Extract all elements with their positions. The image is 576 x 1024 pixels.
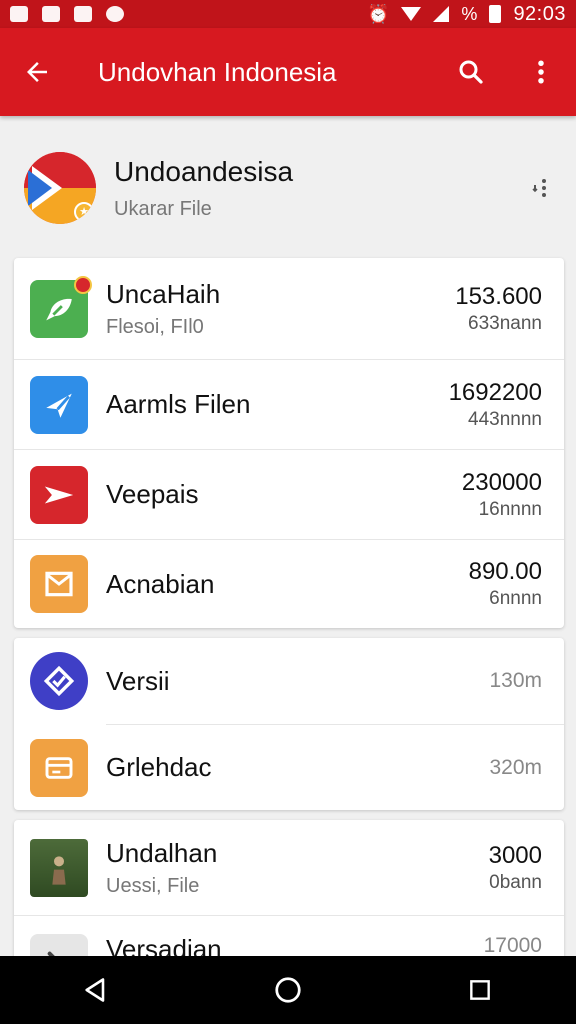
app-icon xyxy=(106,6,124,22)
list-item[interactable]: Undalhan Uessi, File 3000 0bann xyxy=(14,820,564,916)
item-value: 17000 xyxy=(483,934,542,957)
list-item[interactable]: UncaHaih Flesoi, FIl0 153.600 633nann xyxy=(14,258,564,360)
item-unit: 0bann xyxy=(489,871,542,893)
nav-recents-button[interactable] xyxy=(440,956,520,1024)
item-title: UncaHaih xyxy=(106,278,221,309)
item-value: 3000 xyxy=(488,841,542,869)
item-value: 890.00 xyxy=(468,558,542,585)
item-subtitle: Flesoi, FIl0 xyxy=(106,315,204,338)
notification-icon xyxy=(10,6,28,22)
item-title: Grlehdac xyxy=(106,752,212,782)
item-unit: 633nann xyxy=(468,312,542,334)
nav-back-button[interactable] xyxy=(56,956,136,1024)
item-title: Veepais xyxy=(106,479,199,509)
back-button[interactable] xyxy=(0,28,74,116)
item-value: 1692200 xyxy=(448,378,542,406)
photo-thumbnail-icon xyxy=(30,838,88,897)
arrow-back-icon xyxy=(27,62,47,82)
item-subtitle: Uessi, File xyxy=(106,874,200,897)
square-recents-icon xyxy=(470,980,490,1000)
app-bar: Undovhan Indonesia xyxy=(0,28,576,116)
search-icon xyxy=(459,60,483,84)
image-icon xyxy=(42,6,60,22)
list-item[interactable]: Versii 130m xyxy=(14,638,564,724)
more-vert-icon xyxy=(538,60,544,84)
item-unit: 6nnnn xyxy=(489,588,542,609)
wifi-icon xyxy=(401,7,422,21)
file-list-card-2: Versii 130m Grlehdac 320m xyxy=(14,638,564,810)
search-button[interactable] xyxy=(436,28,506,116)
item-value: 320m xyxy=(489,755,542,779)
alarm-icon: ⏰ xyxy=(367,3,390,24)
triangle-back-icon xyxy=(85,978,105,1002)
more-icon xyxy=(532,179,546,197)
list-item[interactable]: Aarmls Filen 1692200 443nnnn xyxy=(14,360,564,450)
message-icon xyxy=(74,6,92,22)
list-item[interactable]: Veepais 230000 16nnnn xyxy=(14,450,564,540)
header-more-button[interactable] xyxy=(520,168,560,208)
card-icon xyxy=(30,738,88,797)
app-name: Undoandesisa xyxy=(114,155,294,187)
battery-icon xyxy=(489,5,502,23)
system-nav-bar xyxy=(0,956,576,1024)
circle-home-icon xyxy=(275,977,301,1003)
nav-home-button[interactable] xyxy=(248,956,328,1024)
file-list-card-1: UncaHaih Flesoi, FIl0 153.600 633nann Aa… xyxy=(14,258,564,628)
badge-dot xyxy=(74,275,92,294)
mail-icon xyxy=(30,555,88,613)
paper-plane-icon xyxy=(30,465,88,524)
status-bar: ⏰ % 92:03 xyxy=(0,0,576,28)
logo-icon xyxy=(30,652,88,710)
item-value: 130m xyxy=(489,669,542,692)
star-icon: ★ xyxy=(74,202,94,222)
item-unit: 443nnnn xyxy=(468,408,542,430)
file-list-card-3: Undalhan Uessi, File 3000 0bann Versadia… xyxy=(14,820,564,970)
clock: 92:03 xyxy=(513,2,566,25)
item-value: 153.600 xyxy=(455,282,542,310)
item-title: Undalhan xyxy=(106,837,218,868)
send-icon xyxy=(30,375,88,434)
signal-icon xyxy=(433,6,450,22)
app-logo: ★ xyxy=(24,152,96,224)
item-unit: 16nnnn xyxy=(478,498,542,520)
list-item[interactable]: Acnabian 890.00 6nnnn xyxy=(14,540,564,628)
page-title: Undovhan Indonesia xyxy=(98,56,337,87)
item-value: 230000 xyxy=(461,468,542,496)
item-title: Acnabian xyxy=(106,568,215,599)
overflow-menu-button[interactable] xyxy=(506,28,576,116)
item-title: Aarmls Filen xyxy=(106,389,251,419)
app-header: ★ Undoandesisa Ukarar File xyxy=(20,140,560,236)
item-title: Versii xyxy=(106,665,170,696)
chat-bubble-icon xyxy=(30,275,92,338)
list-item[interactable]: Grlehdac 320m xyxy=(14,725,564,810)
battery-text: % xyxy=(461,3,478,24)
app-subtitle: Ukarar File xyxy=(114,197,212,220)
